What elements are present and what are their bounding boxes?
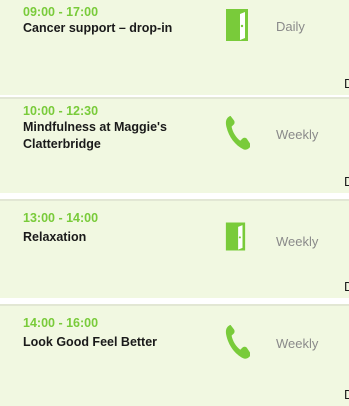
session-frequency: Daily — [276, 19, 305, 34]
cut-off-label: D — [344, 387, 349, 402]
cut-off-label: D — [344, 76, 349, 91]
session-time: 10:00 - 12:30 — [23, 104, 99, 118]
session-frequency: Weekly — [276, 336, 319, 351]
session-title[interactable]: Look Good Feel Better — [23, 334, 195, 351]
session-list: 09:00 - 17:00 Cancer support – drop-in D… — [0, 0, 349, 406]
session-card[interactable]: 14:00 - 16:00 Look Good Feel Better Week… — [0, 304, 349, 406]
session-title[interactable]: Cancer support – drop-in — [23, 20, 195, 37]
cut-off-label: D — [344, 174, 349, 189]
session-card[interactable]: 13:00 - 14:00 Relaxation Weekly D — [0, 199, 349, 298]
session-time: 09:00 - 17:00 — [23, 5, 99, 19]
session-frequency: Weekly — [276, 127, 319, 142]
session-title[interactable]: Mindfulness at Maggie's Clatterbridge — [23, 119, 195, 153]
door-icon — [226, 9, 248, 41]
session-card[interactable]: 09:00 - 17:00 Cancer support – drop-in D… — [0, 0, 349, 95]
session-time: 13:00 - 14:00 — [23, 211, 99, 225]
door-icon — [225, 222, 246, 251]
session-card[interactable]: 10:00 - 12:30 Mindfulness at Maggie's Cl… — [0, 97, 349, 193]
session-title[interactable]: Relaxation — [23, 229, 195, 246]
cut-off-label: D — [344, 279, 349, 294]
session-frequency: Weekly — [276, 234, 319, 249]
phone-icon — [225, 115, 250, 150]
session-time: 14:00 - 16:00 — [23, 316, 99, 330]
phone-icon — [225, 324, 250, 359]
